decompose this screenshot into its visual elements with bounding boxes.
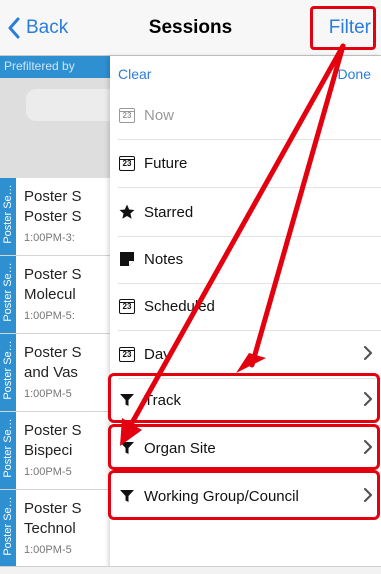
filter-panel-header: Clear Done	[110, 56, 381, 92]
session-row[interactable]: Poster Se… Poster S Poster S 1:00PM-3:	[0, 178, 110, 256]
session-row[interactable]: Poster Se… Poster S and Vas 1:00PM-5	[0, 334, 110, 412]
tab-bar	[0, 566, 381, 574]
category-strip: Poster Se…	[0, 178, 16, 255]
session-time: 1:00PM-5:	[24, 310, 75, 322]
funnel-icon	[118, 487, 136, 505]
filter-option-track[interactable]: Track	[110, 377, 381, 423]
session-title-line: Poster S	[24, 208, 82, 225]
session-title-line: Bispeci	[24, 442, 73, 459]
filter-option-label: Now	[144, 106, 175, 124]
category-strip: Poster Se…	[0, 256, 16, 333]
filter-option-future[interactable]: 23 Future	[110, 140, 381, 186]
filter-option-label: Day	[144, 345, 171, 363]
category-strip: Poster Se…	[0, 490, 16, 567]
category-label: Poster Se…	[2, 496, 14, 556]
filter-option-label: Notes	[144, 250, 184, 268]
filter-option-label: Scheduled	[144, 297, 215, 315]
filter-panel: Clear Done 23 Now 23 Future Starred Note…	[110, 56, 381, 574]
session-title-line: Poster S	[24, 188, 82, 205]
session-title-line: Poster S	[24, 500, 82, 517]
chevron-right-icon	[363, 487, 373, 503]
filter-option-label: Organ Site	[144, 439, 216, 457]
session-row[interactable]: Poster Se… Poster S Technol 1:00PM-5	[0, 490, 110, 568]
session-time: 1:00PM-3:	[24, 232, 75, 244]
session-title-line: Poster S	[24, 344, 82, 361]
session-list: Poster Se… Poster S Poster S 1:00PM-3: P…	[0, 178, 110, 568]
session-row[interactable]: Poster Se… Poster S Molecul 1:00PM-5:	[0, 256, 110, 334]
session-title-line: Poster S	[24, 266, 82, 283]
session-time: 1:00PM-5	[24, 388, 72, 400]
filter-option-day[interactable]: 23 Day	[110, 331, 381, 377]
calendar-icon: 23	[118, 297, 136, 315]
category-label: Poster Se…	[2, 418, 14, 478]
category-label: Poster Se…	[2, 262, 14, 322]
session-title-line: Poster S	[24, 422, 82, 439]
calendar-icon: 23	[118, 154, 136, 172]
funnel-icon	[118, 439, 136, 457]
clear-button[interactable]: Clear	[118, 66, 151, 82]
calendar-icon: 23	[118, 106, 136, 124]
screen: { "navbar": { "back_label": "Back", "tit…	[0, 0, 381, 574]
session-title-line: Molecul	[24, 286, 76, 303]
filter-option-starred[interactable]: Starred	[110, 189, 381, 235]
session-time: 1:00PM-5	[24, 466, 72, 478]
filter-option-notes[interactable]: Notes	[110, 236, 381, 282]
category-label: Poster Se…	[2, 340, 14, 400]
session-time: 1:00PM-5	[24, 544, 72, 556]
funnel-icon	[118, 391, 136, 409]
filter-option-label: Starred	[144, 203, 194, 221]
category-strip: Poster Se…	[0, 412, 16, 489]
done-button[interactable]: Done	[338, 66, 371, 82]
filter-option-label: Future	[144, 154, 188, 172]
filter-option-scheduled[interactable]: 23 Scheduled	[110, 283, 381, 329]
note-icon	[118, 250, 136, 268]
chevron-right-icon	[363, 439, 373, 455]
calendar-icon: 23	[118, 345, 136, 363]
prefilter-banner: Prefiltered by	[0, 56, 110, 78]
session-title-line: Technol	[24, 520, 76, 537]
session-row[interactable]: Poster Se… Poster S Bispeci 1:00PM-5	[0, 412, 110, 490]
filter-option-label: Working Group/Council	[144, 487, 299, 505]
category-label: Poster Se…	[2, 184, 14, 244]
session-title-line: and Vas	[24, 364, 78, 381]
filter-highlight-box	[310, 6, 376, 50]
chevron-right-icon	[363, 391, 373, 407]
chevron-right-icon	[363, 345, 373, 361]
category-strip: Poster Se…	[0, 334, 16, 411]
filter-option-working-group[interactable]: Working Group/Council	[110, 473, 381, 519]
filter-option-label: Track	[144, 391, 181, 409]
star-icon	[118, 203, 136, 221]
filter-option-now[interactable]: 23 Now	[110, 92, 381, 138]
filter-option-organ-site[interactable]: Organ Site	[110, 425, 381, 471]
divider	[118, 187, 381, 188]
